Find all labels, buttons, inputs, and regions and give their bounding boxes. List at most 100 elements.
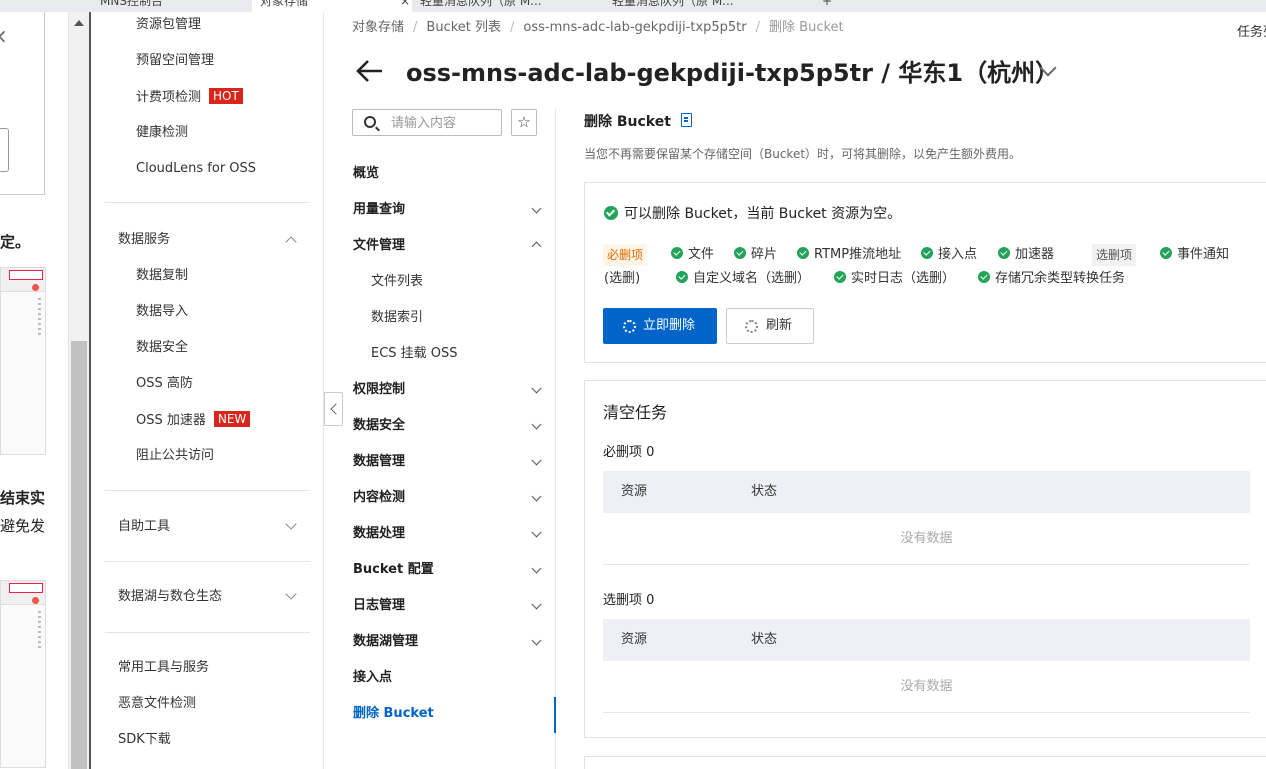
sidebar-item-oss-accelerator[interactable]: OSS 加速器 NEW [136,411,251,430]
bucket-nav-bucket-config[interactable]: Bucket 配置 [353,561,434,579]
sidebar-item-data-replication[interactable]: 数据复制 [136,267,188,285]
chevron-down-icon[interactable] [531,635,542,646]
check-item-label: 存储冗余类型转换任务 [995,271,1126,286]
column-resource: 资源 [621,484,648,499]
sidebar-item-sdk-download[interactable]: SDK下载 [118,731,171,749]
hot-badge: HOT [209,88,243,104]
bucket-nav-file-list[interactable]: 文件列表 [371,273,423,291]
breadcrumb-oss[interactable]: 对象存储 [352,20,404,35]
browser-tab-mns[interactable]: MNS控制台 [100,0,250,12]
sidebar-item-common-tools[interactable]: 常用工具与服务 [118,659,209,677]
doc-input-field[interactable] [0,128,9,172]
doc-dialog: × [0,12,45,195]
sidebar-group-data-services[interactable]: 数据服务 [118,231,170,249]
check-circle-icon [978,271,990,283]
chevron-down-icon[interactable] [531,527,542,538]
bucket-nav-ecs-mount[interactable]: ECS 挂载 OSS [371,345,458,363]
sidebar-item-resource-package[interactable]: 资源包管理 [136,16,201,34]
favorite-star-button[interactable]: ☆ [511,109,537,136]
close-icon[interactable]: × [0,24,8,48]
scroll-up-icon[interactable] [74,20,84,26]
check-item-optional-suffix: (选删) [604,271,641,286]
check-item-label: 文件 [688,247,715,262]
chevron-down-icon[interactable] [531,455,542,466]
sidebar-item-block-public-access[interactable]: 阻止公共访问 [136,447,214,465]
back-arrow-icon[interactable] [355,56,385,86]
chevron-down-icon[interactable] [531,203,542,214]
nav-search [352,109,502,136]
bucket-nav-permission[interactable]: 权限控制 [353,381,405,399]
chevron-down-icon[interactable] [531,491,542,502]
nav-search-input[interactable] [391,114,496,132]
loading-spinner-icon [745,320,758,333]
document-icon[interactable] [681,113,692,127]
sidebar-group-data-lake[interactable]: 数据湖与数仓生态 [118,588,222,606]
sidebar-item-billing-check[interactable]: 计费项检测 HOT [136,88,243,107]
sidebar-group-self-tools[interactable]: 自助工具 [118,518,170,536]
sidebar-item-data-import[interactable]: 数据导入 [136,303,188,321]
chevron-down-icon[interactable] [531,599,542,610]
sidebar-item-oss-ddos[interactable]: OSS 高防 [136,375,193,393]
bucket-nav-data-lake[interactable]: 数据湖管理 [353,633,418,651]
browser-tab-oss[interactable]: 对象存储 × [252,0,412,12]
breadcrumb-bucket-name[interactable]: oss-mns-adc-lab-gekpdiji-txp5p5tr [523,20,746,35]
check-item-access-point: 接入点 [921,244,977,266]
scroll-thumb[interactable] [71,341,87,769]
check-item-label: 自定义域名（选删） [693,271,811,286]
bucket-nav-access-point[interactable]: 接入点 [353,669,392,687]
doc-text-fragment: 结束实 [0,489,46,507]
sidebar-item-data-security[interactable]: 数据安全 [136,339,188,357]
doc-panel: × 定。 结束实 避免发 [0,12,68,769]
optional-tag: 选删项 [1092,244,1137,266]
check-circle-icon [734,247,746,259]
divider [105,632,310,633]
new-tab-icon[interactable]: + [822,0,832,12]
table-header: 资源 状态 [603,471,1250,513]
check-item-fragments: 碎片 [734,244,777,266]
close-tab-icon[interactable]: × [400,0,410,8]
check-item-label: 事件通知 [1177,247,1230,262]
bucket-nav-log-mgmt[interactable]: 日志管理 [353,597,405,615]
bucket-nav-data-process[interactable]: 数据处理 [353,525,405,543]
browser-tab-mq-2[interactable]: 轻量消息队列（原 M... [612,0,762,12]
breadcrumb: 对象存储 / Bucket 列表 / oss-mns-adc-lab-gekpdiji-… [352,20,844,35]
clear-task-title: 清空任务 [603,403,668,422]
doc-screenshot-thumbnail [0,267,46,455]
chevron-down-icon[interactable] [531,563,542,574]
breadcrumb-bucket-list[interactable]: Bucket 列表 [426,20,501,35]
bucket-nav-data-mgmt[interactable]: 数据管理 [353,453,405,471]
bucket-nav-overview[interactable]: 概览 [353,165,379,183]
sidebar-item-malware-check[interactable]: 恶意文件检测 [118,695,196,713]
collapse-nav-button[interactable] [324,392,343,426]
sidebar-item-health-check[interactable]: 健康检测 [136,124,188,142]
bucket-nav-data-index[interactable]: 数据索引 [371,309,423,327]
sidebar-item-reserved-space[interactable]: 预留空间管理 [136,52,214,70]
doc-text-fragment: 定。 [0,233,31,251]
check-item-rtmp: RTMP推流地址 [797,244,901,266]
chevron-down-icon[interactable] [285,518,297,530]
chevron-up-icon[interactable] [531,241,542,252]
chevron-down-icon[interactable] [531,383,542,394]
bucket-nav-usage[interactable]: 用量查询 [353,201,405,219]
empty-table-text: 没有数据 [603,661,1250,713]
bucket-nav-content-check[interactable]: 内容检测 [353,489,405,507]
refresh-button[interactable]: 刷新 [726,308,814,344]
sidebar-item-label: 计费项检测 [136,90,202,105]
check-circle-icon [604,206,618,220]
chevron-down-icon[interactable] [531,419,542,430]
doc-scrollbar[interactable] [68,12,89,769]
new-badge: NEW [213,411,251,427]
check-item-custom-domain: 自定义域名（选删） [676,268,810,290]
bucket-nav-data-security[interactable]: 数据安全 [353,417,405,435]
browser-tab-mq-1[interactable]: 轻量消息队列（原 M... [420,0,570,12]
check-circle-icon [676,271,688,283]
bucket-nav-delete-bucket[interactable]: 删除 Bucket [353,705,434,723]
divider [105,561,310,562]
delete-now-button[interactable]: 立即删除 [603,308,717,344]
chevron-down-icon[interactable] [285,588,297,600]
sidebar-item-cloudlens[interactable]: CloudLens for OSS [136,160,256,178]
required-tag: 必删项 [603,244,648,266]
bucket-nav-file-mgmt[interactable]: 文件管理 [353,237,405,255]
task-list-link[interactable]: 任务列 [1237,21,1266,40]
chevron-up-icon[interactable] [285,236,297,248]
